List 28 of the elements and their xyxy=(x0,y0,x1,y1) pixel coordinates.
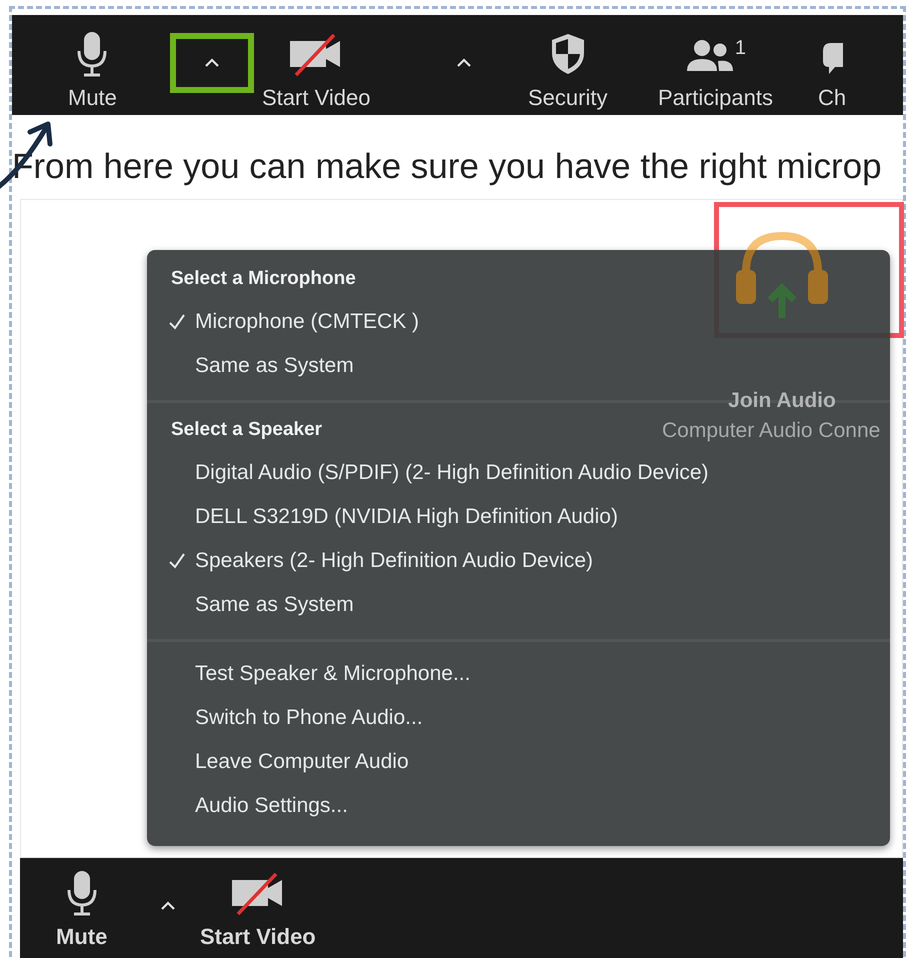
menu-item[interactable]: DELL S3219D (NVIDIA High Definition Audio) xyxy=(147,495,626,539)
menu-item[interactable]: Speakers (2- High Definition Audio Device) xyxy=(147,539,602,583)
toolbar-button[interactable]: Ch xyxy=(812,15,852,115)
menu-item[interactable]: Same as System xyxy=(147,583,362,627)
toolbar-button[interactable]: Start Video xyxy=(262,15,376,115)
menu-item[interactable]: Switch to Phone Audio... xyxy=(147,696,431,740)
menu-heading: Select a Microphone xyxy=(170,267,357,291)
menu-item[interactable]: Audio Settings... xyxy=(147,784,356,828)
toolbar-button[interactable]: Start Video xyxy=(200,858,322,958)
toolbar-button[interactable]: 1 Participants xyxy=(652,15,779,115)
toolbar-button[interactable]: Mute xyxy=(62,15,123,115)
menu-item[interactable]: Digital Audio (S/PDIF) (2- High Definition Audio Device) xyxy=(147,451,717,495)
menu-item[interactable]: Leave Computer Audio xyxy=(147,740,417,784)
menu-item[interactable]: Microphone (CMTECK ) xyxy=(147,300,428,344)
caret-icon xyxy=(456,58,472,68)
caret-icon xyxy=(204,58,220,68)
microphone-icon xyxy=(75,31,110,77)
join-audio-subtitle: Computer Audio Conne xyxy=(662,419,880,443)
toolbar-button[interactable]: Mute xyxy=(50,858,114,958)
caret-button[interactable] xyxy=(170,33,254,93)
join-audio-label: Join Audio xyxy=(728,389,836,413)
menu-heading: Select a Speaker xyxy=(170,418,324,442)
toolbar-button[interactable]: Security xyxy=(522,15,614,115)
microphone-icon xyxy=(64,870,99,916)
participant-count: 1 xyxy=(734,37,746,60)
menu-item[interactable]: Test Speaker & Microphone... xyxy=(147,652,478,696)
menu-item[interactable]: Same as System xyxy=(147,344,362,388)
caret-icon xyxy=(160,901,176,911)
